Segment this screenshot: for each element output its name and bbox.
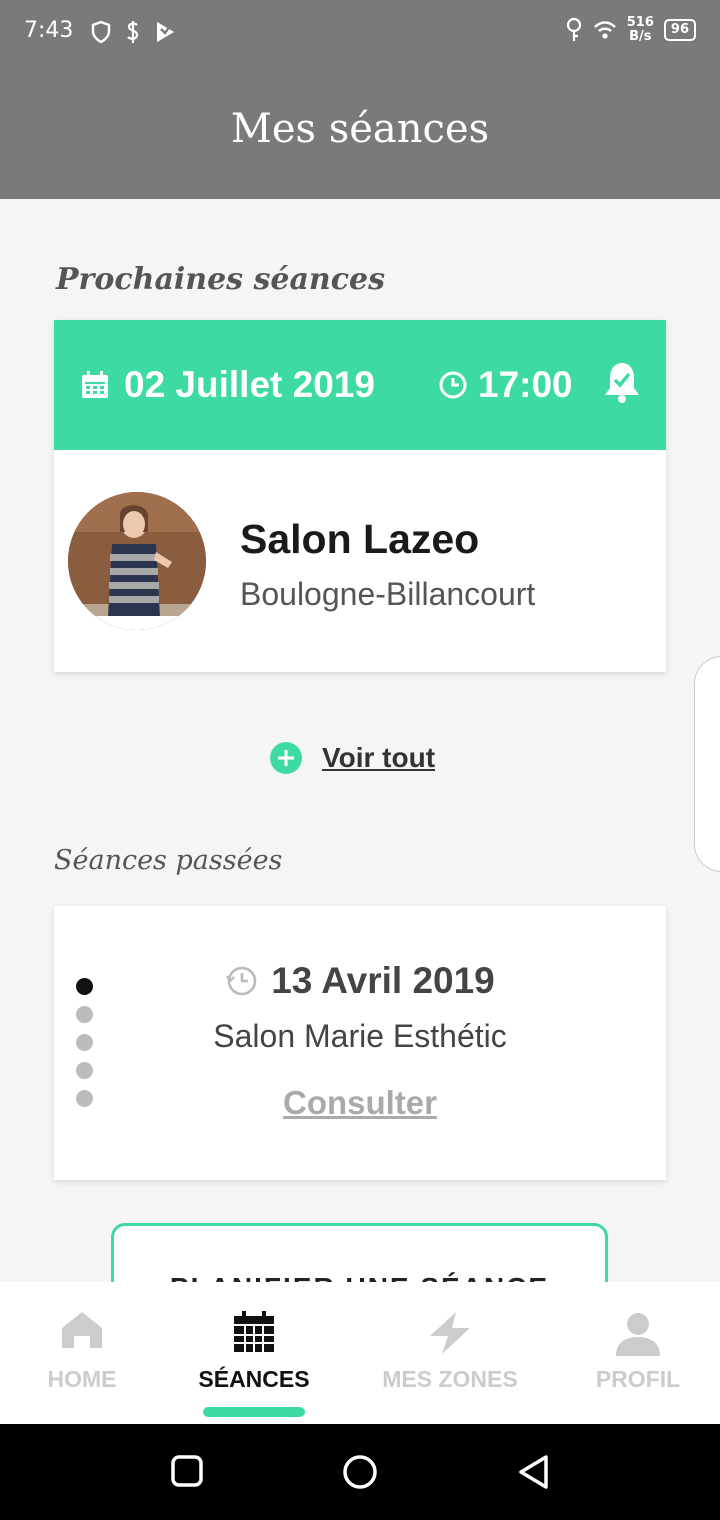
nav-label-zones: MES ZONES [382, 1366, 518, 1392]
past-section-title: Séances passées [54, 845, 283, 876]
past-salon-name: Salon Marie Esthétic [213, 1018, 507, 1054]
nav-item-home[interactable]: HOME [0, 1282, 164, 1424]
nav-item-profil[interactable]: PROFIL [556, 1282, 720, 1424]
upcoming-date: 02 Juillet 2019 [80, 364, 375, 406]
see-all-button[interactable]: Voir tout [270, 742, 435, 774]
active-tab-indicator [203, 1407, 305, 1417]
nav-label-profil: PROFIL [595, 1366, 681, 1392]
network-speed-unit: B/s [629, 29, 652, 44]
status-left-icons [90, 20, 176, 44]
salon-avatar [68, 492, 206, 630]
carousel-dot[interactable] [76, 1062, 93, 1079]
consult-link[interactable]: Consulter [54, 1084, 666, 1122]
upcoming-time: 17:00 [438, 364, 573, 406]
see-all-label: Voir tout [322, 742, 436, 773]
page-title: Mes séances [230, 106, 490, 152]
calendar-icon [82, 371, 108, 398]
status-right-icons: 516 B/s 96 [565, 16, 696, 44]
bottom-navigation: HOME SÉANCES MES ZONES PROFIL [0, 1282, 720, 1424]
history-clock-icon [226, 966, 257, 996]
shield-icon [91, 20, 111, 44]
nav-item-zones[interactable]: MES ZONES [344, 1282, 556, 1424]
key-icon [566, 17, 581, 41]
battery-level: 96 [670, 22, 689, 37]
back-icon[interactable] [516, 1454, 552, 1490]
network-speed-value: 516 [626, 15, 654, 30]
network-speed: 516 B/s [627, 16, 654, 44]
wifi-icon [593, 21, 616, 39]
salon-name: Salon Lazeo [240, 516, 480, 562]
upcoming-section-title: Prochaines séances [56, 262, 385, 297]
recent-apps-icon[interactable] [170, 1454, 204, 1488]
home-button-icon[interactable] [341, 1454, 379, 1490]
upcoming-date-text: 02 Juillet 2019 [124, 364, 375, 405]
nav-label-home: HOME [47, 1366, 117, 1392]
nav-label-seances: SÉANCES [198, 1366, 310, 1392]
play-store-icon [157, 22, 174, 42]
upcoming-session-header: 02 Juillet 2019 17:00 [54, 320, 666, 450]
upcoming-session-card[interactable]: 02 Juillet 2019 17:00 Salon Lazeo Boulog [54, 320, 666, 672]
plus-circle-icon [270, 742, 302, 774]
side-pull-tab[interactable] [694, 656, 720, 872]
reminder-bell-icon[interactable] [602, 360, 642, 408]
lightning-icon [430, 1312, 470, 1354]
status-bar: 7:43 516 B/s 96 [0, 0, 720, 66]
past-date: 13 Avril 2019 [271, 960, 495, 1001]
system-navigation-bar [0, 1424, 720, 1520]
calendar-grid-icon [234, 1311, 274, 1352]
dollar-icon [127, 21, 139, 43]
clock-icon [439, 371, 467, 399]
nav-item-seances[interactable]: SÉANCES [164, 1282, 344, 1424]
upcoming-time-text: 17:00 [478, 364, 573, 405]
app-header: 7:43 516 B/s 96 Mes séances [0, 0, 720, 199]
salon-city: Boulogne-Billancourt [240, 576, 536, 612]
battery-indicator: 96 [663, 19, 696, 41]
past-session-card: 13 Avril 2019 Salon Marie Esthétic Consu… [54, 906, 666, 1180]
user-icon [616, 1313, 660, 1356]
home-icon [62, 1312, 102, 1348]
past-date-row: 13 Avril 2019 [54, 960, 666, 1002]
status-time: 7:43 [24, 18, 74, 43]
